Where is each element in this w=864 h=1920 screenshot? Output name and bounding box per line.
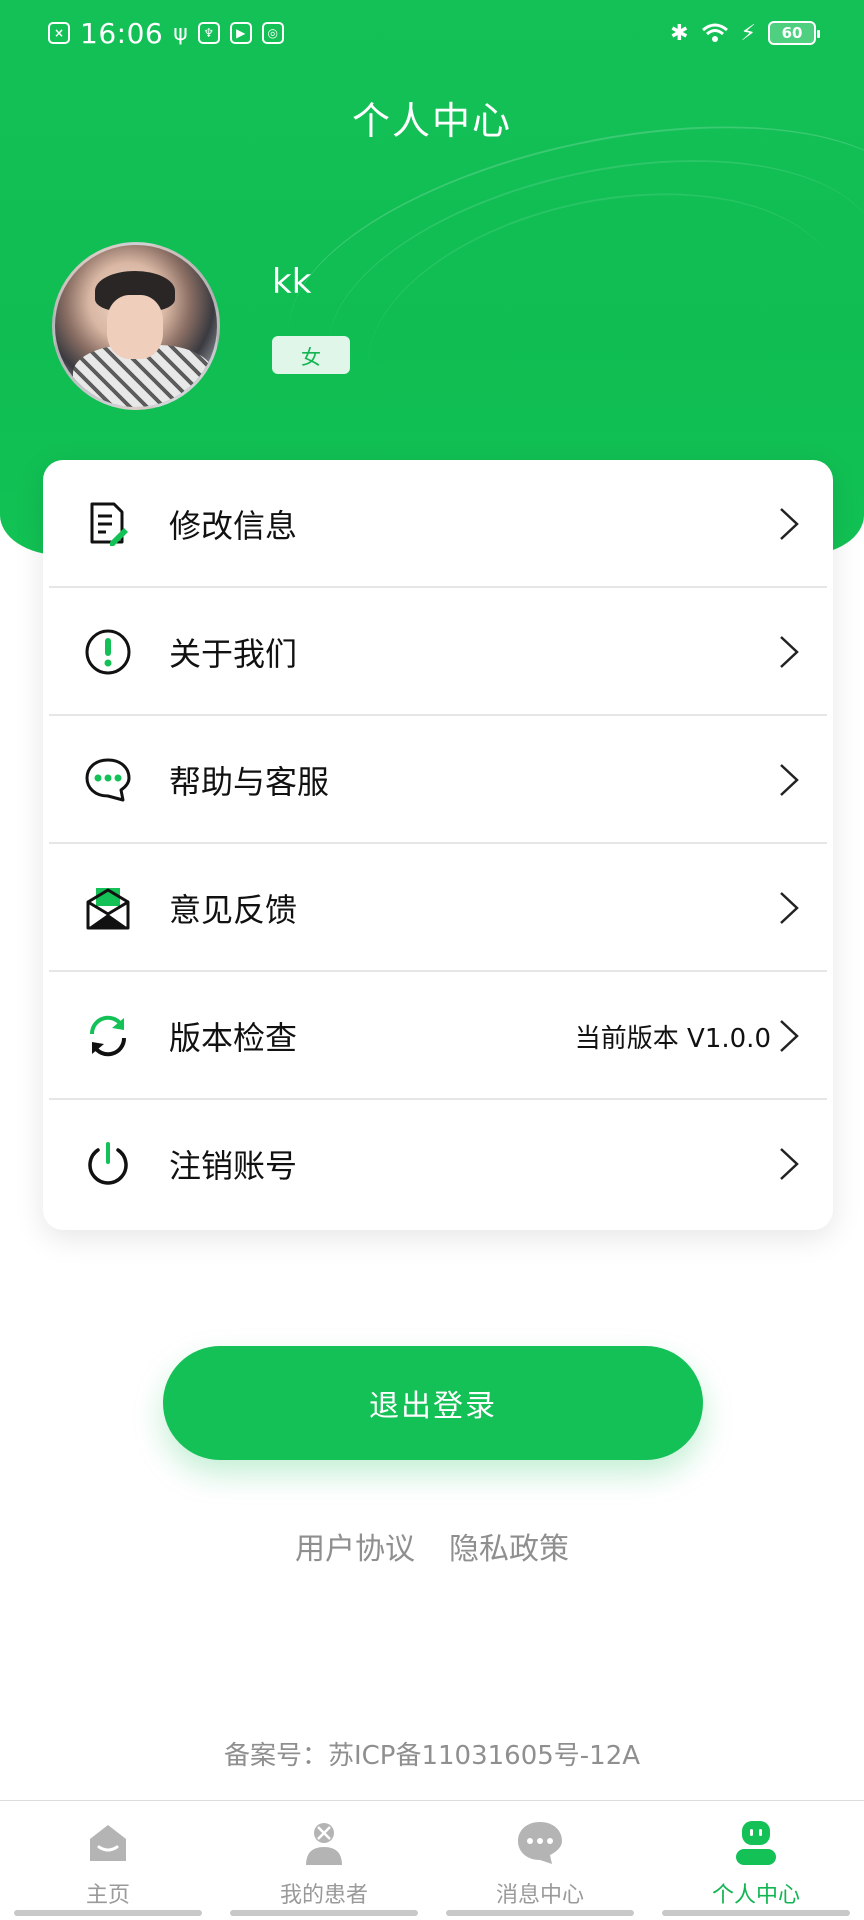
page-title: 个人中心 <box>351 99 512 143</box>
menu-item-help-support[interactable]: 帮助与客服 <box>43 716 833 844</box>
wifi-icon <box>701 23 728 42</box>
power-icon <box>81 1137 135 1191</box>
menu-item-label: 版本检查 <box>169 1019 298 1057</box>
menu-item-label: 注销账号 <box>169 1147 298 1185</box>
user-agreement-link[interactable]: 用户协议 <box>295 1524 415 1568</box>
chat-bubble-icon <box>81 753 135 807</box>
menu-item-label: 修改信息 <box>169 507 298 545</box>
chevron-right-icon <box>780 892 799 924</box>
menu-item-label: 关于我们 <box>169 635 298 673</box>
avatar[interactable] <box>52 242 220 410</box>
user-name: kk <box>272 262 312 302</box>
usb-debug-icon: ♆ <box>197 22 220 44</box>
bluetooth-icon: ✱ <box>670 20 689 46</box>
chevron-right-icon <box>780 1148 799 1180</box>
play-icon: ▶ <box>229 22 252 44</box>
chevron-right-icon <box>780 764 799 796</box>
chevron-right-icon <box>780 1020 799 1052</box>
menu-card: 修改信息 关于我们 帮助与客服 意见反馈 版本检查 当前版本 V1.0.0 注销… <box>43 460 833 1230</box>
usb-icon: ψ <box>173 20 188 46</box>
app-icon: ◎ <box>261 22 284 44</box>
menu-item-delete-account[interactable]: 注销账号 <box>43 1100 833 1228</box>
tab-label: 主页 <box>85 1883 130 1908</box>
refresh-icon <box>81 1009 135 1063</box>
tab-personal-center[interactable]: 个人中心 <box>648 1801 864 1920</box>
chevron-right-icon <box>780 636 799 668</box>
logout-button[interactable]: 退出登录 <box>163 1346 703 1460</box>
tab-label: 我的患者 <box>279 1883 368 1908</box>
current-version: 当前版本 V1.0.0 <box>574 1023 771 1054</box>
tab-label: 消息中心 <box>495 1883 584 1908</box>
patient-icon <box>300 1819 348 1867</box>
profile-icon <box>732 1819 780 1867</box>
message-icon <box>516 1819 564 1867</box>
battery-icon: 60 <box>768 21 820 45</box>
menu-item-edit-info[interactable]: 修改信息 <box>43 460 833 588</box>
tab-my-patients[interactable]: 我的患者 <box>216 1801 432 1920</box>
icp-record: 备案号：苏ICP备11031605号-12A <box>223 1741 641 1771</box>
notification-close-icon: × <box>48 22 70 44</box>
menu-item-feedback[interactable]: 意见反馈 <box>43 844 833 972</box>
tab-home[interactable]: 主页 <box>0 1801 216 1920</box>
menu-item-label: 帮助与客服 <box>169 763 330 801</box>
tab-label: 个人中心 <box>711 1883 800 1908</box>
charging-icon: ⚡ <box>740 20 756 46</box>
menu-item-version-check[interactable]: 版本检查 当前版本 V1.0.0 <box>43 972 833 1100</box>
status-time: 16:06 <box>80 16 164 50</box>
privacy-policy-link[interactable]: 隐私政策 <box>449 1524 569 1568</box>
menu-item-label: 意见反馈 <box>169 891 298 929</box>
edit-document-icon <box>81 497 135 551</box>
mail-feedback-icon <box>81 881 135 935</box>
home-icon <box>84 1819 132 1867</box>
legal-links: 用户协议 隐私政策 <box>0 1524 864 1568</box>
tab-message-center[interactable]: 消息中心 <box>432 1801 648 1920</box>
chevron-right-icon <box>780 508 799 540</box>
bottom-tab-bar: 主页 我的患者 消息中心 个人中心 <box>0 1800 864 1920</box>
gender-badge: 女 <box>272 336 350 374</box>
status-bar: × 16:06 ψ ♆ ▶ ◎ ✱ ⚡ 60 <box>0 0 864 66</box>
menu-item-about-us[interactable]: 关于我们 <box>43 588 833 716</box>
info-exclamation-icon <box>81 625 135 679</box>
